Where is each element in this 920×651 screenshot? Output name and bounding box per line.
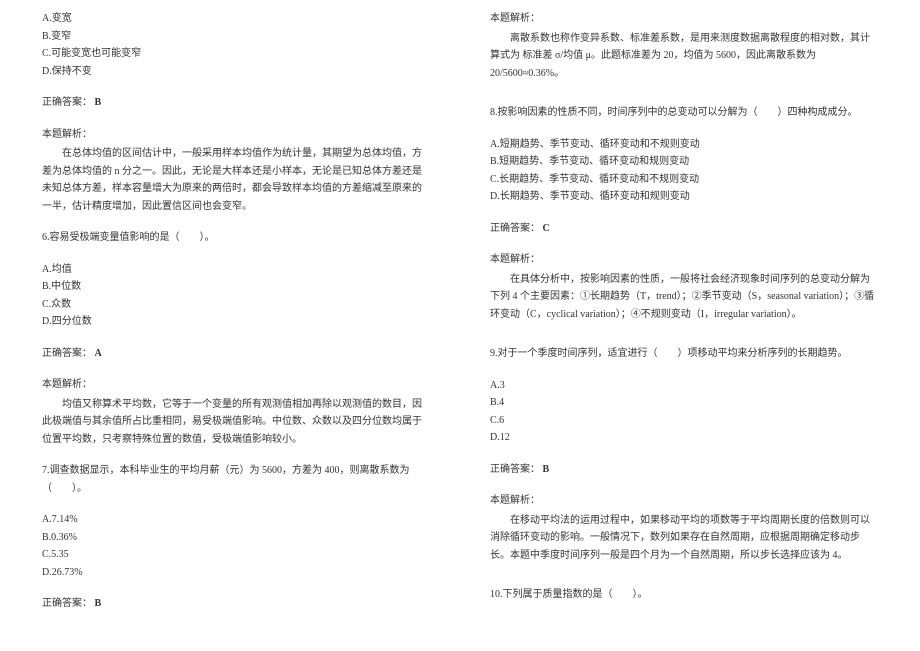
q8-answer-label: 正确答案： — [490, 223, 540, 234]
q6-option-a: A.均值 — [42, 261, 430, 279]
q5-answer-label: 正确答案： — [42, 97, 92, 108]
q6-answer-label: 正确答案： — [42, 348, 92, 359]
q6-answer-value: A — [95, 348, 102, 359]
q5-explain-label: 本题解析： — [42, 126, 430, 144]
q7-explain-label: 本题解析： — [490, 10, 878, 28]
q9-option-b: B.4 — [490, 394, 878, 412]
q8-option-c: C.长期趋势、季节变动、循环变动和不规则变动 — [490, 171, 878, 189]
q9-option-a: A.3 — [490, 377, 878, 395]
q6-explain-body: 均值又称算术平均数，它等于一个变量的所有观测值相加再除以观测值的数目，因此极端值… — [42, 396, 430, 449]
q8-answer-value: C — [543, 223, 550, 234]
q6-explain-label: 本题解析： — [42, 376, 430, 394]
q8-explain-body: 在具体分析中，按影响因素的性质，一般将社会经济现象时间序列的总变动分解为下列 4… — [490, 271, 878, 324]
q6-title: 6.容易受极端变量值影响的是（ ）。 — [42, 229, 430, 247]
q6-option-b: B.中位数 — [42, 278, 430, 296]
q5-option-d: D.保持不变 — [42, 63, 430, 81]
q8-explain-label: 本题解析： — [490, 251, 878, 269]
q9-answer-label: 正确答案： — [490, 464, 540, 475]
q8-option-a: A.短期趋势、季节变动、循环变动和不规则变动 — [490, 136, 878, 154]
q9-title: 9.对于一个季度时间序列，适宜进行（ ）项移动平均来分析序列的长期趋势。 — [490, 345, 878, 363]
q5-option-c: C.可能变宽也可能变窄 — [42, 45, 430, 63]
q6-option-d: D.四分位数 — [42, 313, 430, 331]
q7-title: 7.调查数据显示，本科毕业生的平均月薪（元）为 5600，方差为 400，则离散… — [42, 462, 430, 497]
q7-option-b: B.0.36% — [42, 529, 430, 547]
q7-answer-value: B — [95, 598, 102, 609]
q9-answer-value: B — [543, 464, 550, 475]
q8-title: 8.按影响因素的性质不同，时间序列中的总变动可以分解为（ ）四种构成成分。 — [490, 104, 878, 122]
q9-option-d: D.12 — [490, 429, 878, 447]
q5-answer-value: B — [95, 97, 102, 108]
q5-explain-body: 在总体均值的区间估计中，一般采用样本均值作为统计量，其期望为总体均值，方差为总体… — [42, 145, 430, 215]
q9-explain-body: 在移动平均法的运用过程中，如果移动平均的项数等于平均周期长度的倍数则可以消除循环… — [490, 512, 878, 565]
q7-option-c: C.5.35 — [42, 546, 430, 564]
q8-option-d: D.长期趋势、季节变动、循环变动和规则变动 — [490, 188, 878, 206]
q7-option-a: A.7.14% — [42, 511, 430, 529]
q7-explain-body: 离散系数也称作变异系数、标准差系数，是用来测度数据离散程度的相对数，其计算式为 … — [490, 30, 878, 83]
q9-explain-label: 本题解析： — [490, 492, 878, 510]
q5-option-b: B.变窄 — [42, 28, 430, 46]
q7-answer-label: 正确答案： — [42, 598, 92, 609]
q5-option-a: A.变宽 — [42, 10, 430, 28]
q9-option-c: C.6 — [490, 412, 878, 430]
q8-option-b: B.短期趋势、季节变动、循环变动和规则变动 — [490, 153, 878, 171]
q10-title: 10.下列属于质量指数的是（ ）。 — [490, 586, 878, 604]
q6-option-c: C.众数 — [42, 296, 430, 314]
q7-option-d: D.26.73% — [42, 564, 430, 582]
